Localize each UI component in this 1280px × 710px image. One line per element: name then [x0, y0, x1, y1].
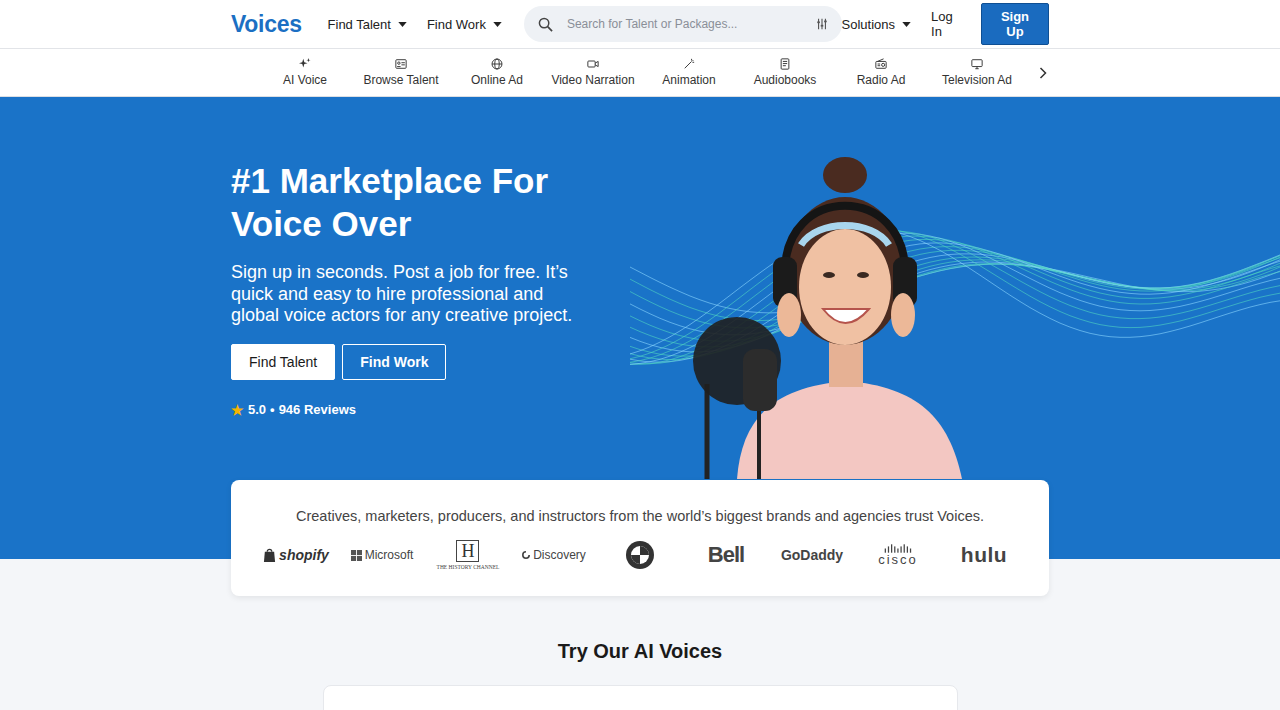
ai-section-title: Try Our AI Voices	[0, 640, 1280, 663]
nav-menu[interactable]: Find Work	[427, 17, 502, 32]
hero-title: #1 Marketplace ForVoice Over	[231, 159, 611, 245]
shopify-bag-icon	[263, 548, 276, 563]
logo[interactable]: Voices	[231, 11, 328, 38]
browse-icon	[395, 58, 407, 70]
signup-button[interactable]: Sign Up	[981, 3, 1049, 45]
cisco-bars-icon	[884, 544, 912, 553]
filter-icon[interactable]	[816, 18, 828, 30]
brand-logos: shopifyMicrosoftHTHE HISTORY CHANNELDisc…	[247, 538, 1033, 572]
brand-logo: Bell	[683, 538, 769, 572]
category-item[interactable]: Browse Talent	[353, 58, 449, 87]
search-field[interactable]	[524, 6, 842, 42]
brand-logo: Discovery	[511, 538, 597, 572]
category-item[interactable]: Audiobooks	[737, 58, 833, 87]
brand-logo: cisco	[855, 538, 941, 572]
hero-subtitle: Sign up in seconds. Post a job for free.…	[231, 262, 611, 327]
brands-card: Creatives, marketers, producers, and ins…	[231, 480, 1049, 596]
nav-menu[interactable]: Find Talent	[328, 17, 407, 32]
brand-logo: Microsoft	[339, 538, 425, 572]
brand-logo: HTHE HISTORY CHANNEL	[425, 538, 511, 572]
hero-button[interactable]: Find Talent	[231, 344, 335, 380]
solutions-menu[interactable]: Solutions	[842, 17, 911, 32]
tv-icon	[971, 58, 983, 70]
video-icon	[587, 58, 599, 70]
search-input[interactable]	[565, 16, 804, 32]
radio-icon	[875, 58, 887, 70]
category-item[interactable]: Video Narration	[545, 58, 641, 87]
wand-icon	[683, 58, 695, 70]
search-icon	[538, 17, 553, 32]
hero-buttons: Find TalentFind Work	[231, 344, 611, 380]
caret-icon	[902, 22, 911, 27]
ai-icon	[299, 58, 311, 70]
nav-right: Solutions Log In Sign Up	[842, 3, 1049, 45]
brand-logo	[597, 538, 683, 572]
discovery-globe-icon	[522, 551, 530, 559]
chevron-right-icon[interactable]	[1039, 67, 1047, 79]
category-item[interactable]: Animation	[641, 58, 737, 87]
category-item[interactable]: Television Ad	[929, 58, 1025, 87]
brand-logo: shopify	[253, 538, 339, 572]
category-item[interactable]: Radio Ad	[833, 58, 929, 87]
rating[interactable]: ★5.0•946 Reviews	[231, 402, 611, 418]
caret-icon	[398, 22, 407, 27]
top-nav: VoicesFind Talent Find Work Solutions Log I…	[0, 0, 1280, 49]
brand-logo: GoDaddy	[769, 538, 855, 572]
ai-voices-card	[323, 685, 958, 710]
category-bar: AI VoiceBrowse TalentOnline AdVideo Narr…	[0, 49, 1280, 97]
microsoft-squares-icon	[351, 550, 362, 561]
brand-logo: hulu	[941, 538, 1027, 572]
category-item[interactable]: AI Voice	[257, 58, 353, 87]
globe-icon	[491, 58, 503, 70]
category-item[interactable]: Online Ad	[449, 58, 545, 87]
book-icon	[779, 58, 791, 70]
page: VoicesFind TalentFind WorkSolutionsLog I…	[0, 0, 1280, 710]
star-icon: ★	[231, 402, 244, 418]
hero-photo	[677, 149, 977, 479]
hero-button[interactable]: Find Work	[342, 344, 446, 380]
caret-icon	[493, 22, 502, 27]
brands-text: Creatives, marketers, producers, and ins…	[247, 508, 1033, 524]
bmw-roundel-icon	[625, 540, 655, 570]
login-link[interactable]: Log In	[931, 9, 965, 39]
